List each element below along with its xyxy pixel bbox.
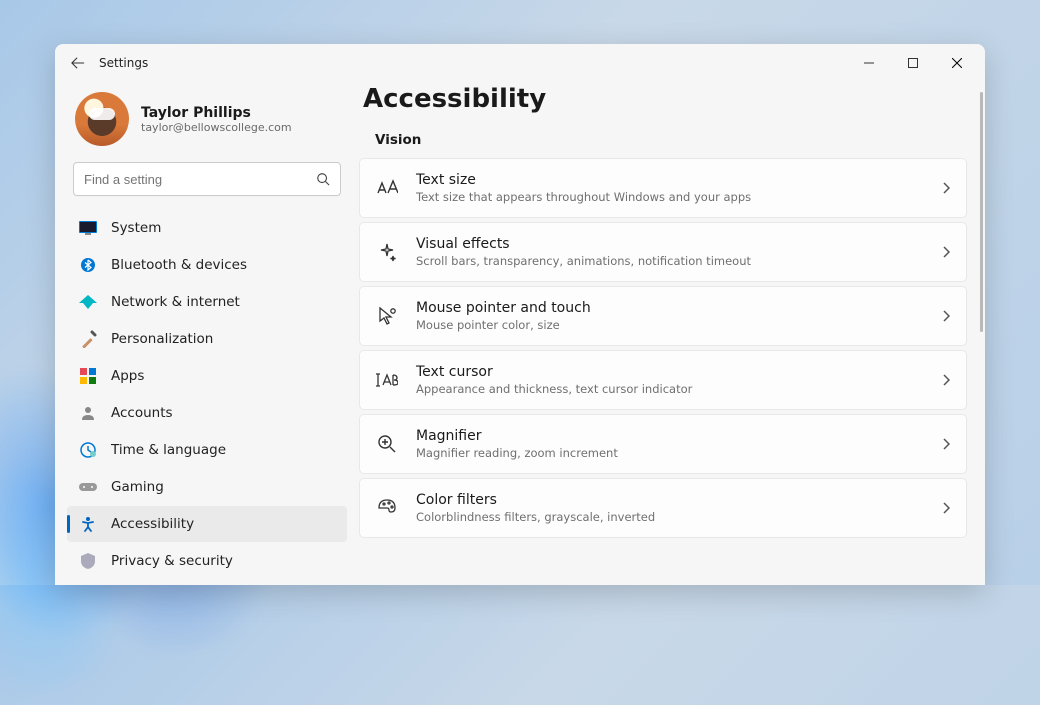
nav-item-system[interactable]: System <box>67 210 347 246</box>
settings-list: Text size Text size that appears through… <box>359 158 967 538</box>
scrollbar[interactable] <box>980 92 983 332</box>
accessibility-icon <box>79 515 97 533</box>
main-content: Accessibility Vision Text size Text size… <box>355 82 985 585</box>
profile-name: Taylor Phillips <box>141 105 292 121</box>
nav-label: Accessibility <box>111 516 194 532</box>
mouse-icon <box>376 306 398 326</box>
nav-label: Gaming <box>111 479 164 495</box>
nav-item-network[interactable]: Network & internet <box>67 284 347 320</box>
cursor-icon <box>376 372 398 388</box>
profile-block[interactable]: Taylor Phillips taylor@bellowscollege.co… <box>67 88 347 160</box>
card-text-size[interactable]: Text size Text size that appears through… <box>359 158 967 218</box>
back-arrow-icon <box>71 56 85 70</box>
avatar <box>75 92 129 146</box>
sidebar: Taylor Phillips taylor@bellowscollege.co… <box>55 82 355 585</box>
nav-item-accounts[interactable]: Accounts <box>67 395 347 431</box>
card-text-cursor[interactable]: Text cursor Appearance and thickness, te… <box>359 350 967 410</box>
nav-label: Time & language <box>111 442 226 458</box>
card-subtitle: Magnifier reading, zoom increment <box>416 446 942 461</box>
nav-label: Network & internet <box>111 294 240 310</box>
close-button[interactable] <box>935 48 979 78</box>
window-title: Settings <box>99 56 148 70</box>
apps-icon <box>79 367 97 385</box>
nav-item-apps[interactable]: Apps <box>67 358 347 394</box>
nav-list: System Bluetooth & devices Network & int… <box>67 210 347 579</box>
card-subtitle: Scroll bars, transparency, animations, n… <box>416 254 942 269</box>
accounts-icon <box>79 404 97 422</box>
chevron-right-icon <box>942 246 950 258</box>
profile-email: taylor@bellowscollege.com <box>141 121 292 134</box>
card-title: Text cursor <box>416 363 942 381</box>
nav-label: Accounts <box>111 405 173 421</box>
nav-item-time[interactable]: Time & language <box>67 432 347 468</box>
card-magnifier[interactable]: Magnifier Magnifier reading, zoom increm… <box>359 414 967 474</box>
card-title: Text size <box>416 171 942 189</box>
time-icon <box>79 441 97 459</box>
minimize-button[interactable] <box>847 48 891 78</box>
system-icon <box>79 219 97 237</box>
settings-window: Settings Taylor Phillips taylor@bellowsc… <box>55 44 985 585</box>
card-title: Magnifier <box>416 427 942 445</box>
card-title: Color filters <box>416 491 942 509</box>
gaming-icon <box>79 478 97 496</box>
close-icon <box>952 58 962 68</box>
personalization-icon <box>79 330 97 348</box>
nav-label: Apps <box>111 368 144 384</box>
chevron-right-icon <box>942 374 950 386</box>
search-icon <box>316 172 330 186</box>
nav-item-bluetooth[interactable]: Bluetooth & devices <box>67 247 347 283</box>
chevron-right-icon <box>942 502 950 514</box>
search-input[interactable] <box>84 172 316 187</box>
bluetooth-icon <box>79 256 97 274</box>
palette-icon <box>376 498 398 518</box>
card-title: Mouse pointer and touch <box>416 299 942 317</box>
text-size-icon <box>376 179 398 197</box>
section-label: Vision <box>359 132 967 158</box>
maximize-icon <box>908 58 918 68</box>
card-subtitle: Appearance and thickness, text cursor in… <box>416 382 942 397</box>
nav-label: Privacy & security <box>111 553 233 569</box>
nav-label: Personalization <box>111 331 213 347</box>
chevron-right-icon <box>942 310 950 322</box>
effects-icon <box>376 242 398 262</box>
network-icon <box>79 293 97 311</box>
page-title: Accessibility <box>359 82 967 132</box>
card-visual-effects[interactable]: Visual effects Scroll bars, transparency… <box>359 222 967 282</box>
chevron-right-icon <box>942 438 950 450</box>
nav-item-personalization[interactable]: Personalization <box>67 321 347 357</box>
maximize-button[interactable] <box>891 48 935 78</box>
nav-item-gaming[interactable]: Gaming <box>67 469 347 505</box>
card-subtitle: Colorblindness filters, grayscale, inver… <box>416 510 942 525</box>
privacy-icon <box>79 552 97 570</box>
card-subtitle: Mouse pointer color, size <box>416 318 942 333</box>
nav-item-privacy[interactable]: Privacy & security <box>67 543 347 579</box>
nav-item-accessibility[interactable]: Accessibility <box>67 506 347 542</box>
minimize-icon <box>864 58 874 68</box>
card-subtitle: Text size that appears throughout Window… <box>416 190 942 205</box>
nav-label: System <box>111 220 161 236</box>
card-title: Visual effects <box>416 235 942 253</box>
card-mouse-pointer[interactable]: Mouse pointer and touch Mouse pointer co… <box>359 286 967 346</box>
back-button[interactable] <box>61 46 95 80</box>
titlebar: Settings <box>55 44 985 82</box>
nav-label: Bluetooth & devices <box>111 257 247 273</box>
chevron-right-icon <box>942 182 950 194</box>
magnifier-icon <box>376 434 398 454</box>
card-color-filters[interactable]: Color filters Colorblindness filters, gr… <box>359 478 967 538</box>
search-box[interactable] <box>73 162 341 196</box>
